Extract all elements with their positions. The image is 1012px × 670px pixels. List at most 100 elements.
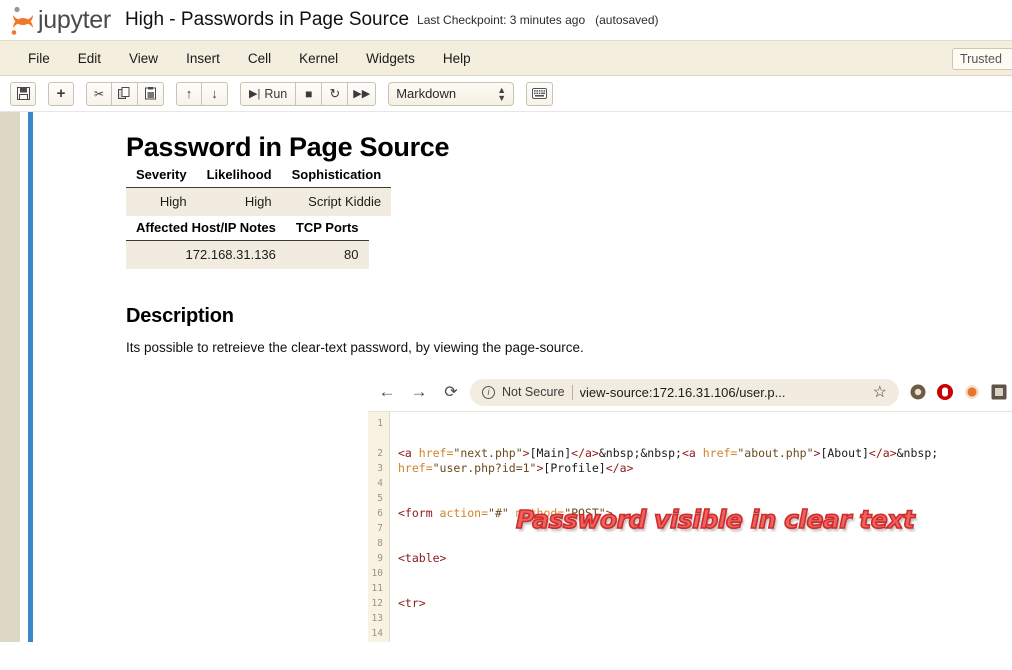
address-bar[interactable]: i Not Secure view-source:172.16.31.106/u… (470, 378, 899, 406)
line-number: 10 (371, 568, 383, 579)
line-number-spacer (368, 431, 383, 446)
table-header-row: Severity Likelihood Sophistication (126, 163, 392, 188)
move-cell-down-button[interactable]: ↓ (202, 81, 228, 106)
menu-item-cell[interactable]: Cell (234, 47, 285, 70)
th-affected-host: Affected Host/IP Notes (126, 216, 286, 241)
run-cell-button[interactable]: ▶| Run (240, 81, 297, 106)
td-sophistication: Script Kiddie (281, 187, 392, 216)
ublock-stop-hand-icon[interactable] (936, 383, 954, 401)
paste-icon (145, 87, 156, 100)
interrupt-kernel-button[interactable]: ■ (296, 81, 323, 106)
jupyter-logo-icon (11, 6, 33, 35)
arrow-left-icon: ← (378, 382, 396, 401)
markdown-cell[interactable]: Password in Page Source Severity Likelih… (60, 112, 1012, 642)
severity-table-wrap: Severity Likelihood Sophistication High … (126, 163, 1012, 216)
menu-item-help[interactable]: Help (429, 47, 485, 70)
code-line-3: <table> (398, 551, 447, 565)
run-icon: ▶| (249, 88, 261, 100)
arrow-down-icon: ↓ (211, 86, 218, 101)
stop-square-icon: ■ (305, 86, 313, 101)
arrow-right-icon: → (410, 382, 428, 401)
menu-item-widgets[interactable]: Widgets (352, 47, 429, 70)
cell-type-select[interactable]: Markdown ▲ ▼ (388, 81, 515, 106)
code-line-4: <tr> (398, 596, 426, 610)
td-severity: High (126, 187, 197, 216)
source-code-text[interactable]: <a href="next.php">[Main]</a>&nbsp;&nbsp… (390, 412, 1012, 642)
trusted-indicator[interactable]: Trusted (952, 48, 1012, 70)
last-checkpoint-label: Last Checkpoint: 3 minutes ago (417, 13, 586, 27)
autosaved-status: (autosaved) (595, 13, 659, 27)
cut-cell-button[interactable]: ✂ (86, 81, 112, 106)
restart-run-all-button[interactable]: ▶▶ (348, 81, 377, 106)
dark-square-extension-icon[interactable] (990, 383, 1008, 401)
chevron-updown-icon: ▲ ▼ (497, 84, 507, 103)
th-severity: Severity (126, 163, 197, 188)
host-table: Affected Host/IP Notes TCP Ports 172.168… (126, 216, 369, 269)
line-number: 13 (371, 613, 383, 624)
browser-back-button[interactable]: ← (374, 379, 400, 405)
save-button[interactable] (10, 81, 36, 106)
orange-circle-extension-icon[interactable] (963, 383, 981, 401)
gear-extension-icon[interactable] (909, 383, 927, 401)
toolbar-group-move: ↑ ↓ (176, 81, 228, 106)
severity-table: Severity Likelihood Sophistication High … (126, 163, 392, 216)
copy-cell-button[interactable] (112, 81, 138, 106)
run-label: Run (264, 86, 288, 101)
jupyter-logo[interactable]: jupyter (10, 5, 111, 35)
line-number: 6 (377, 508, 383, 519)
description-heading: Description (126, 305, 234, 327)
line-number: 2 (377, 448, 383, 459)
jupyter-logo-text: jupyter (38, 5, 111, 34)
page-left-gutter (0, 112, 20, 642)
line-number: 7 (377, 523, 383, 534)
paste-cell-button[interactable] (138, 81, 164, 106)
selected-cell-indicator (28, 112, 33, 642)
line-number: 14 (371, 628, 383, 639)
page-title: Password in Page Source (126, 132, 450, 162)
th-likelihood: Likelihood (196, 163, 282, 188)
notebook-title[interactable]: High - Passwords in Page Source (125, 9, 409, 31)
host-table-wrap: Affected Host/IP Notes TCP Ports 172.168… (126, 216, 1012, 269)
keyboard-icon (532, 88, 548, 99)
restart-circle-icon: ↻ (329, 85, 341, 101)
toolbar-group-shortcuts (526, 81, 554, 106)
toolbar-group-insert: + (48, 81, 74, 106)
menu-item-file[interactable]: File (14, 47, 64, 70)
line-number: 9 (377, 553, 383, 564)
info-circle-icon[interactable]: i (482, 385, 495, 399)
menu-item-insert[interactable]: Insert (172, 47, 234, 70)
table-header-row: Affected Host/IP Notes TCP Ports (126, 216, 369, 241)
menu-item-edit[interactable]: Edit (64, 47, 115, 70)
table-row: High High Script Kiddie (126, 187, 392, 216)
line-number: 8 (377, 538, 383, 549)
code-line-5: <td>Name:</td> (398, 641, 1012, 642)
line-number: 5 (377, 493, 383, 504)
notebook-body: Password in Page Source Severity Likelih… (0, 112, 1012, 642)
table-row: 172.168.31.136 80 (126, 240, 369, 269)
menu-item-view[interactable]: View (115, 47, 172, 70)
toolbar-group-run: ▶| Run ■ ↻ ▶▶ (240, 81, 377, 106)
browser-reload-button[interactable]: ⟳ (438, 379, 464, 405)
menu-item-kernel[interactable]: Kernel (285, 47, 352, 70)
browser-extensions (905, 383, 1012, 401)
save-disk-icon (16, 87, 30, 100)
toolbar-group-edit: ✂ (86, 81, 164, 106)
td-tcp-ports: 80 (285, 240, 369, 269)
th-tcp-ports: TCP Ports (285, 216, 369, 241)
move-cell-up-button[interactable]: ↑ (176, 81, 202, 106)
description-text: Its possible to retreieve the clear-text… (126, 340, 584, 355)
description-section: Description Its possible to retreieve th… (126, 305, 1012, 355)
td-likelihood: High (196, 187, 282, 216)
jupyter-header: jupyter High - Passwords in Page Source … (0, 0, 1012, 40)
fast-forward-icon: ▶▶ (353, 88, 371, 100)
cell-type-value: Markdown (396, 86, 457, 101)
restart-kernel-button[interactable]: ↻ (322, 81, 349, 106)
menu-bar: File Edit View Insert Cell Kernel Widget… (0, 40, 1012, 76)
command-palette-button[interactable] (526, 81, 554, 106)
scissors-icon: ✂ (93, 86, 105, 101)
url-text: view-source:172.16.31.106/user.p... (579, 384, 786, 400)
code-line-2: <form action="#" method="POST"> (398, 506, 613, 520)
star-icon[interactable]: ☆ (873, 382, 887, 402)
insert-cell-button[interactable]: + (48, 81, 74, 106)
browser-forward-button[interactable]: → (406, 379, 432, 405)
